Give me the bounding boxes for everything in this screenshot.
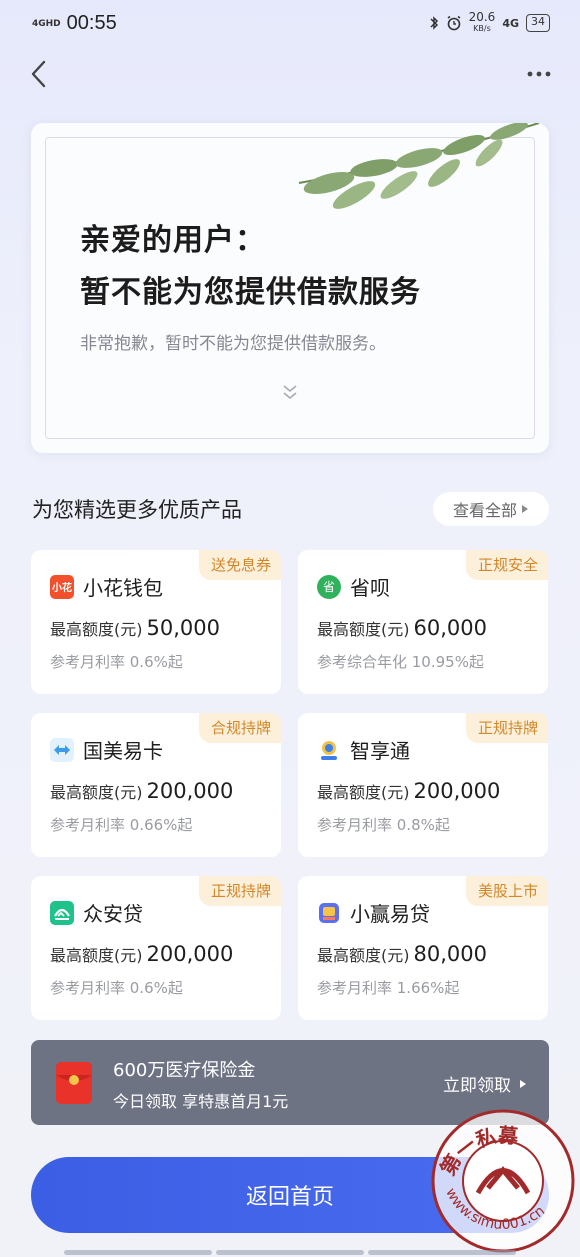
zhixiangtong-logo-icon xyxy=(321,740,337,760)
play-arrow-icon xyxy=(520,1079,526,1088)
product-amount: 最高额度(元) 200,000 xyxy=(50,942,234,966)
notice-card: 亲爱的用户： 暂不能为您提供借款服务 非常抱歉，暂时不能为您提供借款服务。 xyxy=(31,123,549,453)
network-indicator: 4GHD xyxy=(32,18,61,29)
banner-subtitle: 今日领取 享特惠首月1元 xyxy=(113,1092,289,1111)
product-badge: 合规持牌 xyxy=(198,713,281,743)
product-name: 小赢易贷 xyxy=(350,902,430,926)
product-rate: 参考综合年化 10.95%起 xyxy=(317,653,484,671)
bluetooth-icon xyxy=(430,16,438,30)
claim-now-button[interactable]: 立即领取 xyxy=(443,1071,527,1096)
product-amount: 最高额度(元) 50,000 xyxy=(50,616,220,640)
product-rate: 参考月利率 0.66%起 xyxy=(50,816,193,834)
product-badge: 正规持牌 xyxy=(198,876,281,906)
product-name: 国美易卡 xyxy=(83,739,163,763)
product-badge: 送免息券 xyxy=(198,550,281,580)
zhongan-logo-icon xyxy=(50,900,74,925)
battery-icon: 34 xyxy=(526,14,550,32)
product-badge: 正规持牌 xyxy=(465,713,548,743)
alarm-icon xyxy=(447,15,461,31)
status-time: 00:55 xyxy=(66,12,117,34)
product-rate: 参考月利率 0.6%起 xyxy=(50,653,183,671)
product-badge: 美股上市 xyxy=(465,876,548,906)
product-badge: 正规安全 xyxy=(465,550,548,580)
product-rate: 参考月利率 0.8%起 xyxy=(317,816,450,834)
product-rate: 参考月利率 0.6%起 xyxy=(50,979,183,997)
back-arrow-icon[interactable] xyxy=(26,56,56,92)
product-card[interactable]: 美股上市 小赢易贷 最高额度(元) 80,000 参考月利率 1.66%起 xyxy=(298,876,548,1020)
product-card[interactable]: 正规持牌 智享通 最高额度(元) 200,000 参考月利率 0.8%起 xyxy=(298,713,548,857)
see-all-button[interactable]: 查看全部 xyxy=(433,492,549,526)
double-chevron-down-icon[interactable] xyxy=(279,381,301,403)
cell-signal-icon: 4G xyxy=(502,16,519,30)
product-card[interactable]: 合规持牌 国美易卡 最高额度(元) 200,000 参考月利率 0.66%起 xyxy=(31,713,281,857)
product-name: 众安贷 xyxy=(83,902,143,926)
play-arrow-icon xyxy=(522,505,528,513)
product-card[interactable]: 送免息券 小花 小花钱包 最高额度(元) 50,000 参考月利率 0.6%起 xyxy=(31,550,281,694)
section-title: 为您精选更多优质产品 xyxy=(32,498,242,522)
red-envelope-icon xyxy=(56,1062,92,1104)
top-nav xyxy=(0,56,580,96)
watermark-seal-icon: 第一私募 www.simu001.cn xyxy=(431,1109,575,1253)
product-amount: 最高额度(元) 200,000 xyxy=(50,779,234,803)
home-indicator xyxy=(64,1250,516,1255)
product-amount: 最高额度(元) 200,000 xyxy=(317,779,501,803)
product-amount: 最高额度(元) 60,000 xyxy=(317,616,487,640)
product-card[interactable]: 正规安全 省 省呗 最高额度(元) 60,000 参考综合年化 10.95%起 xyxy=(298,550,548,694)
notice-title: 亲爱的用户： 暂不能为您提供借款服务 xyxy=(80,223,421,310)
notice-subtitle: 非常抱歉，暂时不能为您提供借款服务。 xyxy=(80,334,386,354)
xiaoying-logo-icon xyxy=(319,902,339,923)
xiaohua-logo-icon: 小花 xyxy=(50,574,74,599)
more-options-icon[interactable] xyxy=(524,62,554,86)
product-name: 小花钱包 xyxy=(83,576,163,600)
status-bar: 4GHD 00:55 20.6 KB/s 4G 34 xyxy=(0,0,580,46)
network-speed: 20.6 KB/s xyxy=(468,10,496,33)
shengbei-logo-icon: 省 xyxy=(317,574,341,599)
product-name: 智享通 xyxy=(350,739,410,763)
product-rate: 参考月利率 1.66%起 xyxy=(317,979,460,997)
guomei-logo-icon xyxy=(50,737,74,762)
product-card[interactable]: 正规持牌 众安贷 最高额度(元) 200,000 参考月利率 0.6%起 xyxy=(31,876,281,1020)
banner-title: 600万医疗保险金 xyxy=(113,1060,256,1081)
product-amount: 最高额度(元) 80,000 xyxy=(317,942,487,966)
product-name: 省呗 xyxy=(350,576,390,600)
